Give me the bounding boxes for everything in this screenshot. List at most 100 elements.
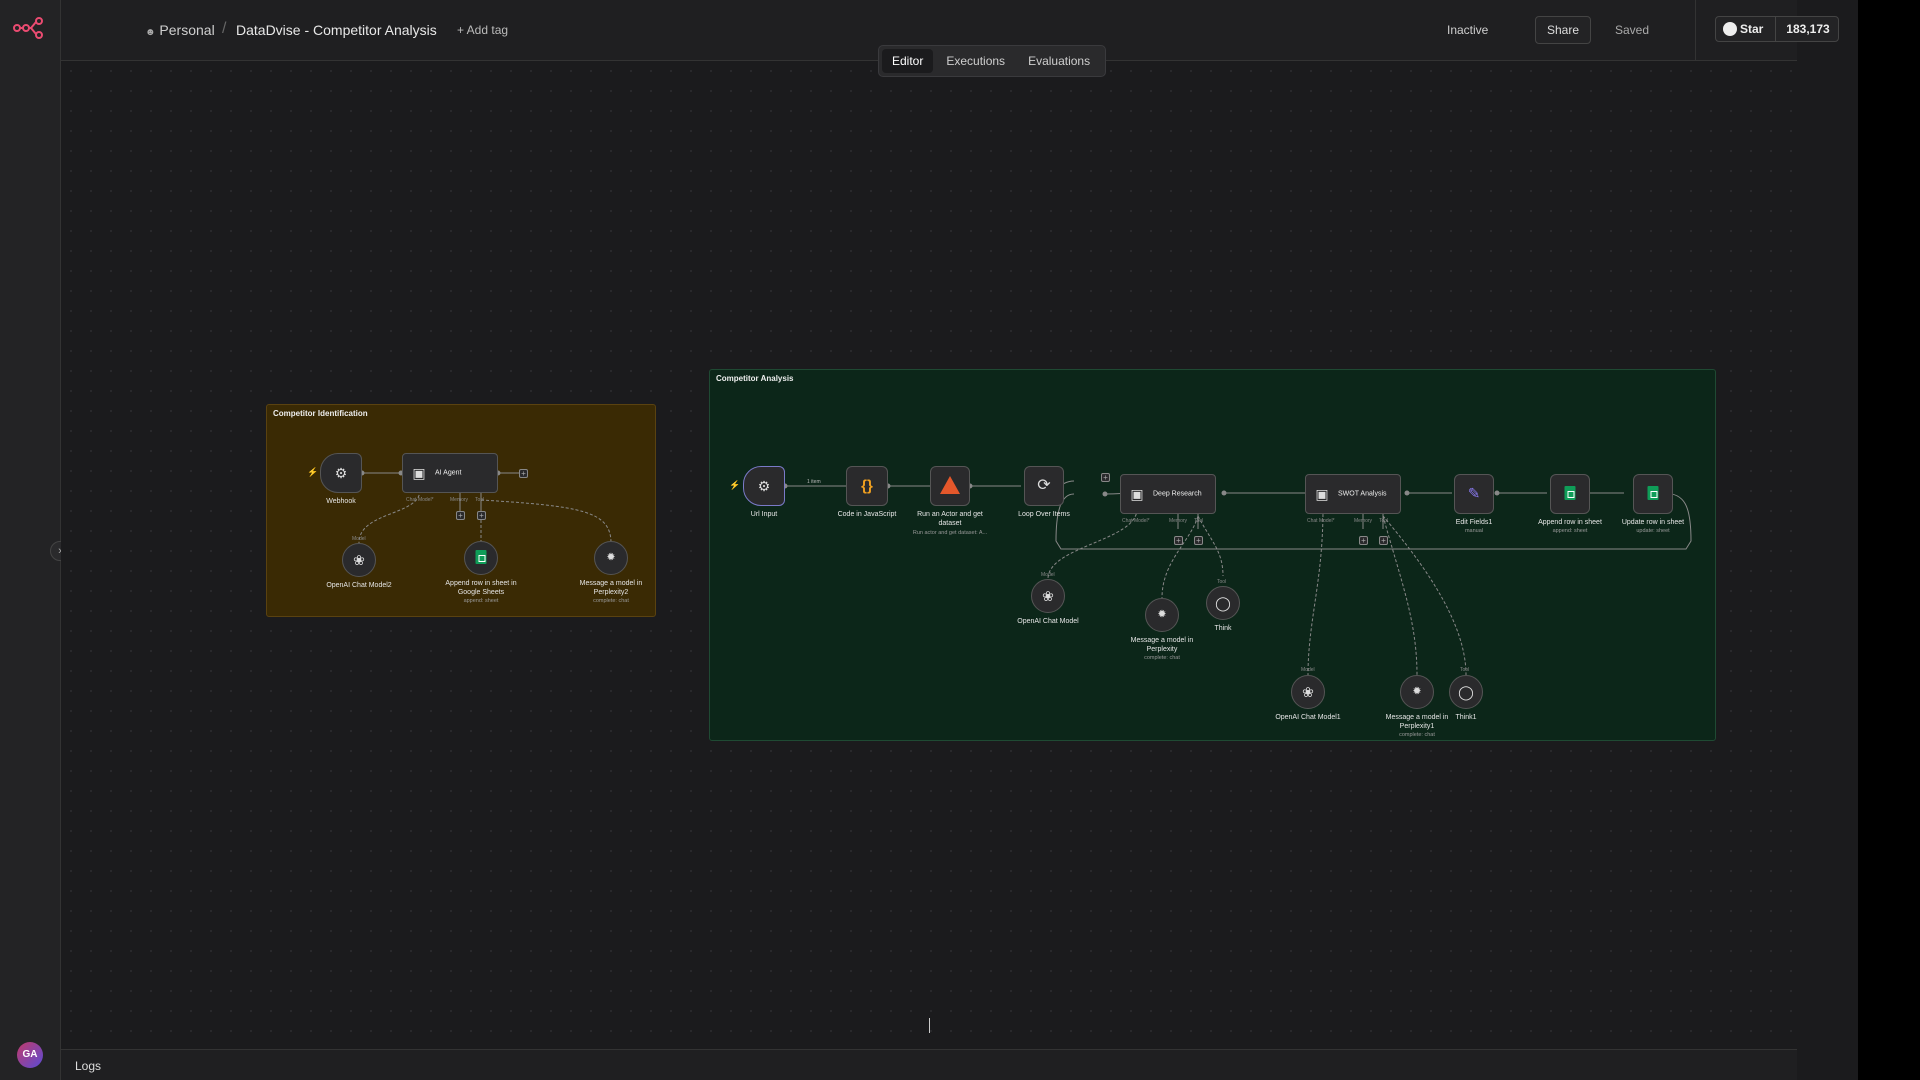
node-perplexity1[interactable]: ✹ — [1400, 675, 1434, 709]
node-sublabel: manual — [1464, 528, 1484, 534]
port-label: Memory — [1354, 518, 1373, 524]
port-label: Memory — [1169, 518, 1188, 524]
user-avatar[interactable]: GA — [17, 1042, 43, 1068]
node-think1[interactable]: ◯ — [1449, 675, 1483, 709]
add-tag-button[interactable]: + Add tag — [457, 23, 508, 37]
node-sublabel: complete: chat — [1399, 732, 1435, 738]
openai-icon: ❀ — [1042, 588, 1054, 604]
user-icon: ☻ — [145, 27, 156, 38]
node-deep-research[interactable]: ▣ Deep Research — [1120, 474, 1216, 514]
trigger-bolt-icon: ⚡ — [307, 467, 319, 477]
robot-icon: ▣ — [1130, 486, 1144, 502]
google-sheets-icon — [475, 550, 487, 566]
node-openai-chat-model1[interactable]: ❀ — [1291, 675, 1325, 709]
node-sublabel: append: sheet — [463, 598, 499, 604]
workflow-title[interactable]: DataDvise - Competitor Analysis — [236, 22, 437, 38]
add-memory-plus-icon[interactable]: + — [456, 511, 465, 520]
workflow-canvas[interactable]: Competitor Identification Competitor Ana… — [61, 45, 1797, 1049]
tab-evaluations[interactable]: Evaluations — [1018, 49, 1100, 73]
tab-executions[interactable]: Executions — [936, 49, 1015, 73]
node-sublabel: Run actor and get dataset: A... — [912, 530, 988, 536]
port-label: Model — [1041, 572, 1055, 578]
add-node-plus-icon[interactable]: + — [1101, 473, 1110, 482]
node-label: OpenAI Chat Model2 — [326, 582, 392, 589]
port-label: Model — [352, 536, 366, 542]
node-append-row-in-sheet[interactable] — [1550, 474, 1590, 514]
logs-label: Logs — [75, 1059, 102, 1073]
node-sublabel: complete: chat — [1144, 655, 1180, 661]
node-label: Message a model in Perplexity2 — [579, 580, 643, 596]
edge-label-1-item: 1 item — [807, 479, 821, 485]
node-label: Message a model in Perplexity — [1130, 637, 1194, 653]
port-label: Chat Model* — [1307, 518, 1335, 524]
node-think[interactable]: ◯ — [1206, 586, 1240, 620]
share-button[interactable]: Share — [1535, 16, 1591, 44]
node-openai-chat-model2[interactable]: ❀ — [342, 543, 376, 577]
add-tool-plus-icon[interactable]: + — [477, 511, 486, 520]
google-sheets-icon — [1647, 486, 1659, 502]
node-webhook[interactable]: ⚙ — [320, 453, 362, 493]
port-label: Chat Model* — [406, 497, 434, 503]
add-memory-plus-icon[interactable]: + — [1174, 536, 1183, 545]
port-label: Model — [1301, 667, 1315, 673]
node-sublabel: complete: chat — [593, 598, 629, 604]
node-label: Edit Fields1 — [1455, 519, 1493, 526]
node-label: Deep Research — [1153, 490, 1202, 498]
node-label: Update row in sheet — [1621, 519, 1685, 526]
pencil-icon: ✎ — [1467, 485, 1481, 503]
node-label: Think — [1214, 625, 1232, 632]
breadcrumb-separator: / — [222, 20, 227, 37]
openai-icon: ❀ — [353, 552, 365, 568]
port-label: Memory — [450, 497, 469, 503]
node-label: Think1 — [1455, 714, 1477, 721]
github-star-button[interactable]: Star 183,173 — [1715, 16, 1839, 42]
node-loop-over-items[interactable]: ⟳ — [1024, 466, 1064, 506]
logs-panel-bar[interactable]: Logs — [61, 1049, 1797, 1080]
github-star-count: 183,173 — [1786, 22, 1830, 36]
node-label: Webhook — [326, 498, 356, 505]
node-label: Append row in sheet in Google Sheets — [445, 580, 517, 596]
google-sheets-icon — [1564, 486, 1576, 502]
robot-icon: ▣ — [1315, 486, 1329, 502]
port-label: Tool — [1379, 518, 1389, 524]
node-sublabel: update: sheet — [1636, 528, 1670, 534]
add-tool-plus-icon[interactable]: + — [1194, 536, 1203, 545]
think-icon: ◯ — [1458, 684, 1474, 700]
node-label: Url Input — [750, 511, 778, 518]
node-swot-analysis[interactable]: ▣ SWOT Analysis — [1305, 474, 1401, 514]
node-openai-chat-model[interactable]: ❀ — [1031, 579, 1065, 613]
apify-icon — [940, 476, 960, 496]
github-star-label: Star — [1716, 17, 1776, 41]
node-ai-agent[interactable]: ▣ AI Agent — [402, 453, 498, 493]
port-label: Chat Model* — [1122, 518, 1150, 524]
node-update-row-in-sheet[interactable] — [1633, 474, 1673, 514]
robot-icon: ▣ — [412, 465, 426, 481]
node-perplexity2[interactable]: ✹ — [594, 541, 628, 575]
active-status-label[interactable]: Inactive — [1447, 23, 1488, 37]
node-append-row-google-sheets[interactable] — [464, 541, 498, 575]
think-icon: ◯ — [1215, 595, 1231, 611]
add-tool-plus-icon[interactable]: + — [1379, 536, 1388, 545]
connections-layer: 1 item — [358, 470, 1692, 676]
left-sidebar: GA — [0, 0, 61, 1080]
node-code-javascript[interactable]: {} — [846, 466, 888, 506]
add-memory-plus-icon[interactable]: + — [1359, 536, 1368, 545]
port-label: Tool — [1194, 518, 1204, 524]
node-url-input[interactable]: ⚙ — [743, 466, 785, 506]
project-label: Personal — [159, 22, 215, 38]
port-label: Tool — [475, 497, 485, 503]
tab-editor[interactable]: Editor — [882, 49, 934, 73]
node-edit-fields1[interactable]: ✎ — [1454, 474, 1494, 514]
n8n-logo-icon[interactable] — [13, 17, 45, 39]
add-node-plus-icon[interactable]: + — [519, 469, 528, 478]
node-label: SWOT Analysis — [1338, 490, 1387, 498]
node-label: OpenAI Chat Model — [1017, 618, 1079, 625]
perplexity-icon: ✹ — [606, 551, 616, 564]
node-perplexity[interactable]: ✹ — [1145, 598, 1179, 632]
node-run-actor[interactable] — [930, 466, 970, 506]
loop-icon: ⟳ — [1037, 477, 1051, 494]
breadcrumb-project[interactable]: ☻ Personal — [145, 22, 215, 38]
port-label: Tool — [1217, 579, 1227, 585]
node-label: OpenAI Chat Model1 — [1275, 714, 1341, 721]
view-tabs: Editor Executions Evaluations — [878, 45, 1106, 77]
